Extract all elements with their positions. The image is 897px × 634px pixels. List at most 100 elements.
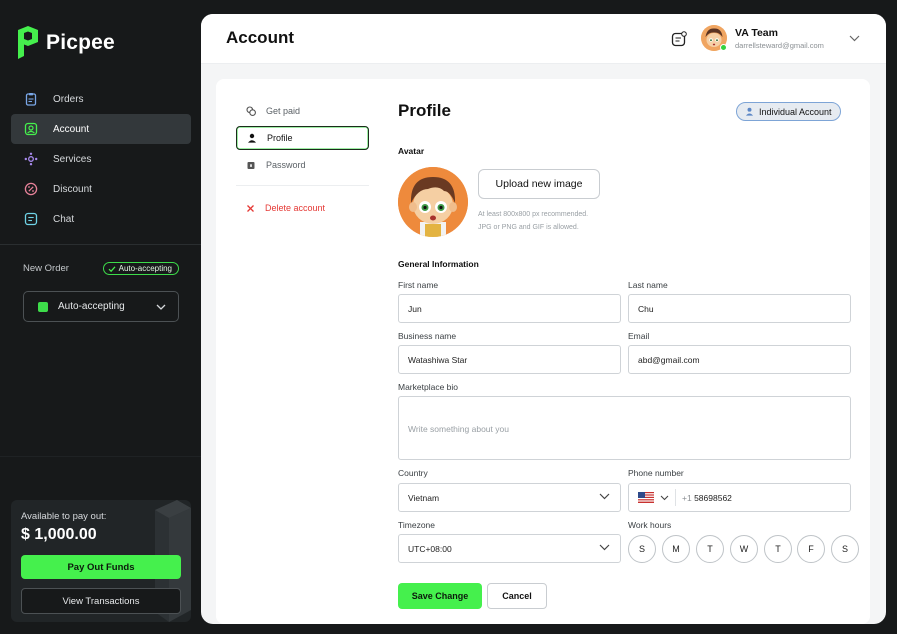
coins-icon [246,106,256,116]
online-status-icon [720,44,727,51]
user-name: VA Team [735,27,778,39]
new-order-row: New Order Auto-accepting [23,262,179,275]
sidebar-item-services[interactable]: Services [11,144,191,174]
cancel-button[interactable]: Cancel [487,583,547,609]
work-hours-label: Work hours [628,520,672,530]
avatar-hint: JPG or PNG and GIF is allowed. [478,224,579,231]
subnav-divider [236,185,369,186]
save-button[interactable]: Save Change [398,583,482,609]
cartoon-avatar-icon [398,167,468,237]
phone-number: 58698562 [694,492,732,503]
email-field[interactable]: abd@gmail.com [628,345,851,374]
tab-label: Get paid [266,106,301,116]
chat-icon [23,211,39,227]
country-value: Vietnam [408,492,440,503]
sidebar-item-label: Chat [53,213,75,225]
timezone-value: UTC+08:00 [408,543,452,554]
country-code-select[interactable] [638,489,676,506]
last-name-field[interactable]: Chu [628,294,851,323]
logo[interactable]: Picpee [16,26,115,60]
timezone-label: Timezone [398,520,436,530]
chevron-down-icon [599,493,610,500]
new-order-label: New Order [23,263,69,274]
app-name: Picpee [46,31,115,54]
tab-label: Profile [267,133,293,143]
profile-card: Get paid Profile Password Delete account… [216,79,870,624]
day-toggle-wednesday[interactable]: W [730,535,758,563]
timezone-select[interactable]: UTC+08:00 [398,534,621,563]
chevron-down-icon [599,544,610,551]
first-name-field[interactable]: Jun [398,294,621,323]
day-toggle-saturday[interactable]: S [831,535,859,563]
check-icon [108,265,116,272]
country-select[interactable]: Vietnam [398,483,621,512]
delete-account-label: Delete account [265,203,326,213]
phone-value: +1 58698562 [682,493,732,503]
sidebar-item-chat[interactable]: Chat [11,204,191,234]
notification-icon[interactable] [671,31,687,47]
phone-label: Phone number [628,468,684,478]
auto-accepting-badge: Auto-accepting [102,262,179,275]
sidebar-divider [0,244,201,245]
user-square-icon [23,121,39,137]
sidebar-item-label: Services [53,153,92,165]
bio-textarea[interactable]: Write something about you [398,396,851,460]
picpee-logo-icon [18,26,38,59]
user-icon [248,133,256,143]
chevron-down-icon[interactable] [849,35,860,42]
email-label: Email [628,331,650,341]
tab-profile[interactable]: Profile [236,126,369,150]
phone-field[interactable]: +1 58698562 [628,483,851,512]
day-toggle-sunday[interactable]: S [628,535,656,563]
sidebar-item-label: Account [53,123,90,135]
avatar-label: Avatar [398,146,425,156]
sidebar-nav: Orders Account Services Discount Chat [11,84,191,234]
sidebar-divider [0,456,201,457]
close-icon [247,204,254,212]
chevron-down-icon [660,495,669,500]
day-toggle-monday[interactable]: M [662,535,690,563]
tab-get-paid[interactable]: Get paid [236,99,369,123]
lock-icon [247,162,255,169]
status-dot-icon [38,301,48,312]
sidebar-item-orders[interactable]: Orders [11,84,191,114]
profile-avatar [398,167,468,237]
pay-out-funds-button[interactable]: Pay Out Funds [21,555,181,579]
user-email: darrellsteward@gmail.com [735,41,824,50]
payout-label: Available to pay out: [21,511,107,522]
auto-accept-select[interactable]: Auto-accepting [23,291,179,322]
sidebar-item-account[interactable]: Account [11,114,191,144]
bio-label: Marketplace bio [398,382,459,392]
clipboard-icon [23,91,39,107]
delete-account-button[interactable]: Delete account [236,196,369,220]
country-label: Country [398,468,428,478]
phone-code: +1 [682,492,692,503]
sidebar: Picpee Orders Account Services Discount [0,0,201,634]
user-icon [745,107,754,116]
day-toggle-tuesday[interactable]: T [696,535,724,563]
us-flag-icon [638,492,654,503]
avatar-hint: At least 800x800 px recommended. [478,211,589,218]
discount-icon [23,181,39,197]
sidebar-item-label: Discount [53,183,92,195]
view-transactions-button[interactable]: View Transactions [21,588,181,614]
page-title: Account [226,28,294,47]
tab-label: Password [266,160,306,170]
day-toggle-thursday[interactable]: T [764,535,792,563]
day-toggle-friday[interactable]: F [797,535,825,563]
last-name-label: Last name [628,280,668,290]
business-name-label: Business name [398,331,457,341]
business-name-field[interactable]: Watashiwa Star [398,345,621,374]
payout-amount: $ 1,000.00 [21,526,97,543]
sidebar-item-label: Orders [53,93,84,105]
sidebar-item-discount[interactable]: Discount [11,174,191,204]
account-badge-label: Individual Account [759,106,832,117]
auto-badge-label: Auto-accepting [118,264,172,273]
account-type-badge: Individual Account [736,102,841,121]
top-bar: Account VA Team darrellsteward@gmail.com [201,14,886,64]
upload-image-button[interactable]: Upload new image [478,169,600,199]
chevron-down-icon [156,304,166,310]
main-panel: Account VA Team darrellsteward@gmail.com [201,14,886,624]
profile-title: Profile [398,101,451,120]
tab-password[interactable]: Password [236,153,369,177]
